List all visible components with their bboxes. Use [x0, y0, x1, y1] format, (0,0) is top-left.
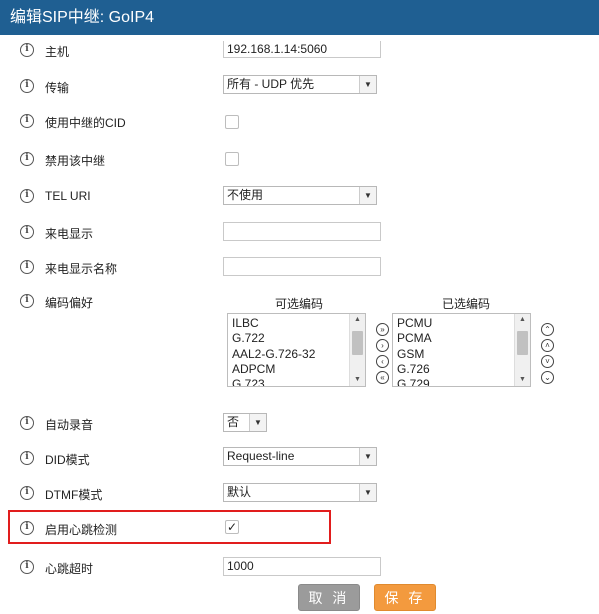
tel-uri-select[interactable]: 不使用 ▼	[223, 186, 377, 205]
info-icon[interactable]: i	[20, 152, 34, 166]
move-up-icon[interactable]: ˄	[541, 339, 554, 352]
info-icon[interactable]: i	[20, 189, 34, 203]
heartbeat-row: i 启用心跳检测	[0, 516, 599, 540]
info-icon[interactable]: i	[20, 43, 34, 57]
did-mode-label: DID模式	[45, 453, 90, 467]
disable-trunk-label: 禁用该中继	[45, 154, 106, 168]
host-input[interactable]: 192.168.1.14:5060	[223, 41, 381, 58]
list-item[interactable]: G.723	[232, 377, 315, 386]
transport-label: 传输	[45, 81, 70, 95]
move-left-icon[interactable]: ‹	[376, 355, 389, 368]
scrollbar[interactable]: ▲ ▼	[349, 314, 365, 386]
codec-pref-label: 编码偏好	[45, 296, 94, 310]
caller-id-label: 来电显示	[45, 227, 94, 241]
auto-record-value: 否	[227, 415, 240, 429]
heartbeat-timeout-input[interactable]: 1000	[223, 557, 381, 576]
scroll-up-icon[interactable]: ▲	[515, 314, 530, 326]
dtmf-mode-select[interactable]: 默认 ▼	[223, 483, 377, 502]
info-icon[interactable]: i	[20, 294, 34, 308]
heartbeat-checkbox[interactable]: ✓	[225, 520, 239, 534]
chevron-down-icon: ▼	[359, 187, 376, 204]
info-icon[interactable]: i	[20, 79, 34, 93]
chevron-down-icon: ▼	[359, 484, 376, 501]
info-icon[interactable]: i	[20, 225, 34, 239]
list-item[interactable]: GSM	[397, 347, 432, 362]
selected-codecs-list[interactable]: PCMU PCMA GSM G.726 G.729 ▲ ▼	[392, 313, 531, 387]
scrollbar-thumb[interactable]	[517, 331, 528, 355]
move-top-icon[interactable]: ⌃	[541, 323, 554, 336]
auto-record-label: 自动录音	[45, 418, 94, 432]
auto-record-row: i 自动录音	[0, 411, 599, 435]
list-item[interactable]: ADPCM	[232, 362, 315, 377]
chevron-down-icon: ▼	[249, 414, 266, 431]
heartbeat-label: 启用心跳检测	[45, 523, 118, 537]
transport-value: 所有 - UDP 优先	[227, 77, 315, 91]
list-item[interactable]: G.722	[232, 331, 315, 346]
scroll-down-icon[interactable]: ▼	[515, 374, 530, 386]
use-trunk-cid-row: i 使用中继的CID	[0, 109, 599, 133]
scrollbar-thumb[interactable]	[352, 331, 363, 355]
scrollbar[interactable]: ▲ ▼	[514, 314, 530, 386]
scroll-down-icon[interactable]: ▼	[350, 374, 365, 386]
list-item[interactable]: AAL2-G.726-32	[232, 347, 315, 362]
caller-id-name-label: 来电显示名称	[45, 262, 118, 276]
info-icon[interactable]: i	[20, 560, 34, 574]
selected-codecs-title: 已选编码	[442, 297, 491, 311]
info-icon[interactable]: i	[20, 416, 34, 430]
move-all-left-icon[interactable]: «	[376, 371, 389, 384]
list-item[interactable]: PCMU	[397, 316, 432, 331]
check-icon: ✓	[226, 520, 238, 534]
caller-id-name-input[interactable]	[223, 257, 381, 276]
available-codecs-title: 可选编码	[275, 297, 324, 311]
disable-trunk-checkbox[interactable]	[225, 152, 239, 166]
info-icon[interactable]: i	[20, 521, 34, 535]
use-trunk-cid-checkbox[interactable]	[225, 115, 239, 129]
dialog-title: 编辑SIP中继: GoIP4	[0, 0, 599, 35]
tel-uri-label: TEL URI	[45, 189, 91, 203]
available-codecs-list[interactable]: ILBC G.722 AAL2-G.726-32 ADPCM G.723 ▲ ▼	[227, 313, 366, 387]
move-down-icon[interactable]: ˅	[541, 355, 554, 368]
host-label: 主机	[45, 45, 70, 59]
dtmf-mode-value: 默认	[227, 485, 252, 499]
list-item[interactable]: PCMA	[397, 331, 432, 346]
list-item[interactable]: G.726	[397, 362, 432, 377]
did-mode-value: Request-line	[227, 449, 295, 463]
chevron-down-icon: ▼	[359, 448, 376, 465]
info-icon[interactable]: i	[20, 486, 34, 500]
list-item[interactable]: ILBC	[232, 316, 315, 331]
use-trunk-cid-label: 使用中继的CID	[45, 116, 126, 130]
move-right-icon[interactable]: ›	[376, 339, 389, 352]
transport-select[interactable]: 所有 - UDP 优先 ▼	[223, 75, 377, 94]
scroll-up-icon[interactable]: ▲	[350, 314, 365, 326]
cancel-button[interactable]: 取 消	[298, 584, 360, 611]
chevron-down-icon: ▼	[359, 76, 376, 93]
selected-codecs-items: PCMU PCMA GSM G.726 G.729	[397, 316, 432, 386]
info-icon[interactable]: i	[20, 451, 34, 465]
save-button[interactable]: 保 存	[374, 584, 436, 611]
did-mode-select[interactable]: Request-line ▼	[223, 447, 377, 466]
move-all-right-icon[interactable]: »	[376, 323, 389, 336]
dtmf-mode-label: DTMF模式	[45, 488, 103, 502]
info-icon[interactable]: i	[20, 114, 34, 128]
auto-record-select[interactable]: 否 ▼	[223, 413, 267, 432]
list-item[interactable]: G.729	[397, 377, 432, 386]
caller-id-input[interactable]	[223, 222, 381, 241]
move-bottom-icon[interactable]: ⌄	[541, 371, 554, 384]
tel-uri-value: 不使用	[227, 188, 264, 202]
available-codecs-items: ILBC G.722 AAL2-G.726-32 ADPCM G.723	[232, 316, 315, 386]
disable-trunk-row: i 禁用该中继	[0, 147, 599, 171]
heartbeat-timeout-label: 心跳超时	[45, 562, 94, 576]
info-icon[interactable]: i	[20, 260, 34, 274]
